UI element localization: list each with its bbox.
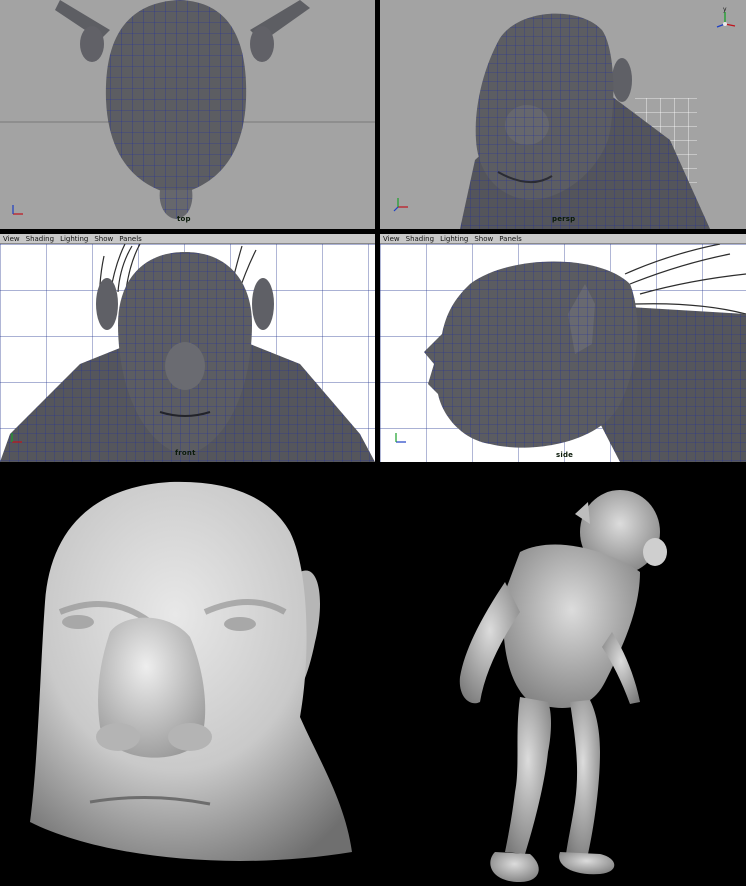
menu-shading[interactable]: Shading: [26, 234, 54, 243]
front-camera-label: front: [175, 449, 196, 457]
menu-panels[interactable]: Panels: [499, 234, 522, 243]
viewport-top[interactable]: top: [0, 0, 375, 229]
menu-lighting[interactable]: Lighting: [60, 234, 88, 243]
top-camera-label: top: [177, 215, 191, 223]
front-panel-menubar: View Shading Lighting Show Panels: [0, 234, 375, 244]
head-render: [30, 481, 352, 861]
menu-view[interactable]: View: [383, 234, 400, 243]
side-camera-label: side: [556, 451, 574, 459]
axis-y-label: y: [723, 6, 727, 13]
view-axis-gizmo[interactable]: y: [713, 6, 739, 32]
axis-indicator-side: [395, 433, 406, 443]
front-view-mesh: [0, 244, 375, 462]
menu-view[interactable]: View: [3, 234, 20, 243]
viewport-side[interactable]: View Shading Lighting Show Panels side: [380, 234, 746, 462]
viewport-front[interactable]: View Shading Lighting Show Panels front: [0, 234, 375, 462]
side-view-mesh: [380, 244, 746, 462]
menu-panels[interactable]: Panels: [119, 234, 142, 243]
menu-show[interactable]: Show: [94, 234, 113, 243]
menu-lighting[interactable]: Lighting: [440, 234, 468, 243]
menu-show[interactable]: Show: [474, 234, 493, 243]
axis-indicator-front: [11, 433, 22, 443]
menu-shading[interactable]: Shading: [406, 234, 434, 243]
body-render: [459, 490, 667, 882]
axis-indicator-top: [12, 205, 23, 215]
render-scene: [30, 481, 667, 882]
side-panel-menubar: View Shading Lighting Show Panels: [380, 234, 746, 244]
axis-indicator-persp: [393, 198, 408, 212]
persp-camera-label: persp: [552, 215, 576, 223]
top-view-mesh: [0, 0, 375, 219]
viewport-persp[interactable]: y persp: [380, 0, 746, 229]
render-output-area: [0, 462, 746, 886]
persp-view-mesh: [460, 13, 710, 229]
